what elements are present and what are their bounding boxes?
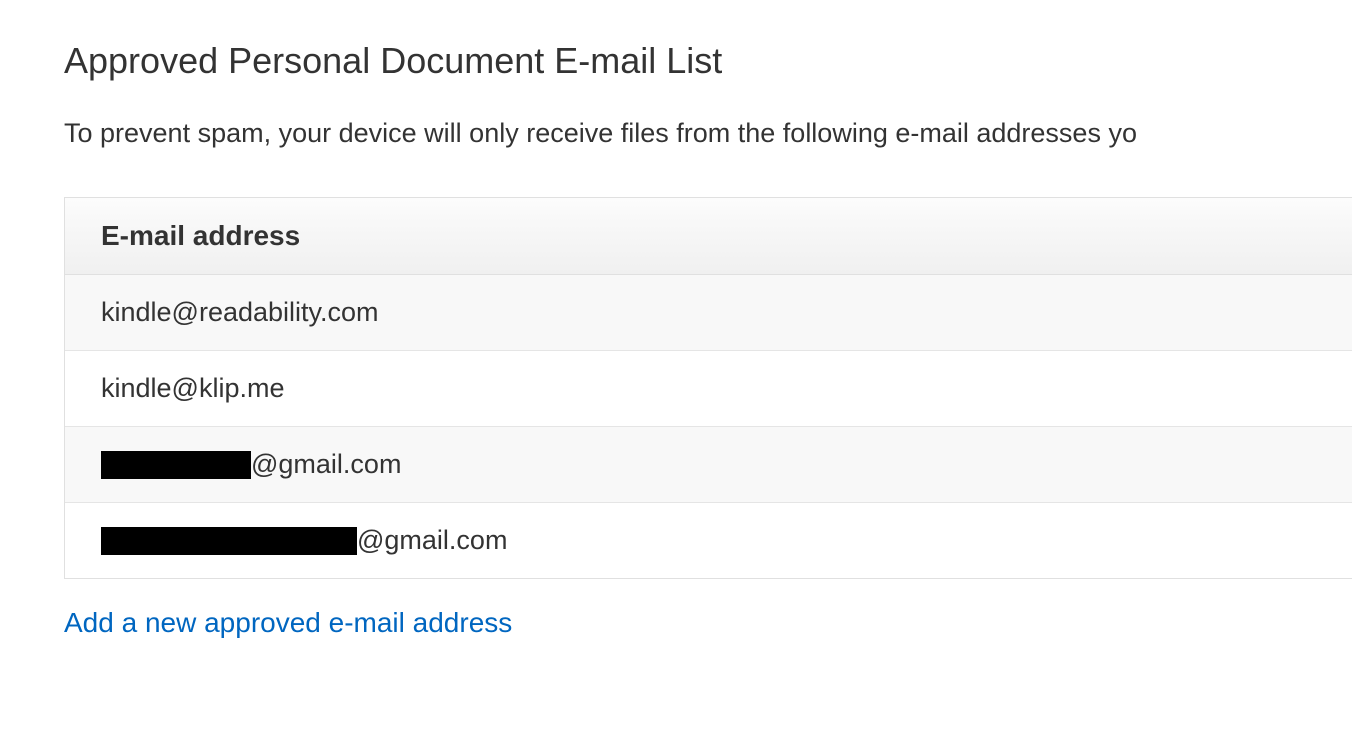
- email-suffix: @gmail.com: [357, 525, 507, 556]
- email-suffix: @gmail.com: [251, 449, 401, 480]
- redacted-block: [101, 451, 251, 479]
- table-row: kindle@klip.me: [65, 351, 1352, 427]
- table-row: @gmail.com: [65, 503, 1352, 578]
- redacted-block: [101, 527, 357, 555]
- section-description: To prevent spam, your device will only r…: [64, 118, 1352, 149]
- section-title: Approved Personal Document E-mail List: [64, 40, 1352, 82]
- table-row: kindle@readability.com: [65, 275, 1352, 351]
- table-header-label: E-mail address: [101, 220, 300, 251]
- email-value: kindle@readability.com: [101, 297, 379, 328]
- table-body: kindle@readability.com kindle@klip.me @gma…: [65, 275, 1352, 578]
- email-value: kindle@klip.me: [101, 373, 284, 404]
- add-approved-email-link[interactable]: Add a new approved e-mail address: [64, 607, 512, 639]
- table-row: @gmail.com: [65, 427, 1352, 503]
- table-header: E-mail address: [65, 198, 1352, 275]
- email-table: E-mail address kindle@readability.comkin…: [64, 197, 1352, 579]
